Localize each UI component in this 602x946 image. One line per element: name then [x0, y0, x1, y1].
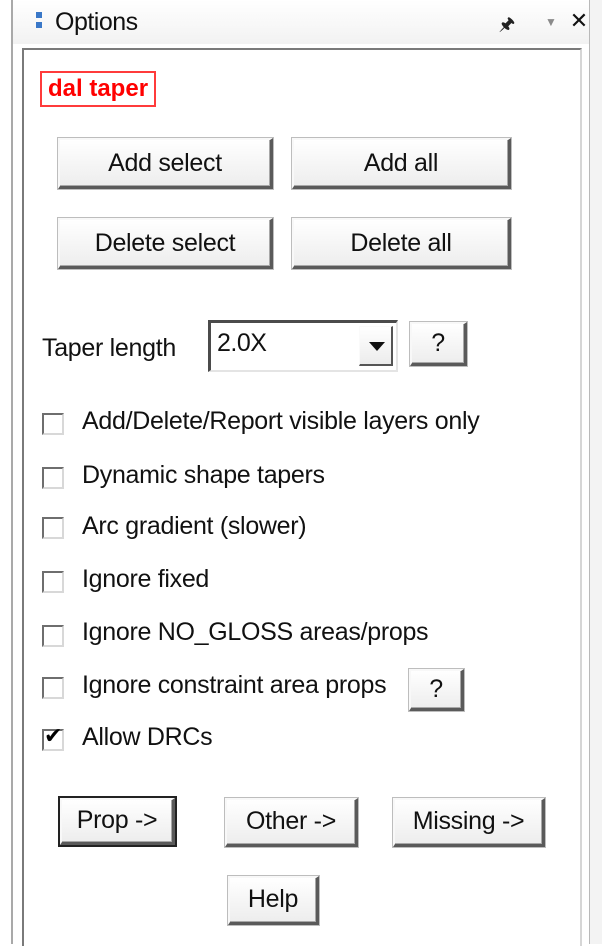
allow-drcs-checkbox[interactable]: ✔	[42, 725, 64, 751]
other-button[interactable]: Other ->	[225, 798, 358, 847]
right-frame-edge	[590, 0, 602, 944]
title-bar[interactable]: Options 🖈︎ ▼ ✕	[13, 0, 589, 44]
check-icon	[44, 567, 62, 589]
ignore-constraint-area-checkbox[interactable]	[42, 677, 64, 699]
missing-button[interactable]: Missing ->	[393, 798, 545, 847]
taper-length-value: 2.0X	[217, 329, 267, 357]
pin-icon[interactable]: 🖈︎	[497, 14, 517, 34]
taper-length-select[interactable]: 2.0X	[208, 320, 398, 372]
visible-layers-only-checkbox[interactable]	[42, 413, 64, 435]
taper-length-label: Taper length	[42, 334, 176, 362]
delete-select-button[interactable]: Delete select	[58, 218, 273, 269]
add-all-button[interactable]: Add all	[292, 138, 511, 189]
check-icon	[44, 621, 62, 643]
window-title: Options	[55, 8, 138, 36]
ignore-fixed-checkbox[interactable]	[42, 571, 64, 593]
check-icon: ✔	[44, 723, 63, 748]
ignore-constraint-area-label[interactable]: Ignore constraint area props	[82, 671, 387, 700]
allow-drcs-label[interactable]: Allow DRCs	[82, 723, 213, 752]
mode-label: dal taper	[40, 71, 157, 107]
grip-icon[interactable]	[36, 12, 42, 30]
arc-gradient-label[interactable]: Arc gradient (slower)	[82, 512, 307, 541]
constraint-help-button[interactable]: ?	[409, 669, 464, 711]
dropdown-arrow-icon[interactable]: ▼	[543, 10, 559, 30]
visible-layers-only-label[interactable]: Add/Delete/Report visible layers only	[82, 407, 480, 436]
ignore-no-gloss-label[interactable]: Ignore NO_GLOSS areas/props	[82, 618, 429, 647]
help-button[interactable]: Help	[228, 876, 319, 925]
close-icon[interactable]: ✕	[568, 9, 590, 33]
arc-gradient-checkbox[interactable]	[42, 517, 64, 539]
dynamic-shape-tapers-checkbox[interactable]	[42, 467, 64, 489]
dynamic-shape-tapers-label[interactable]: Dynamic shape tapers	[82, 461, 325, 490]
ignore-fixed-label[interactable]: Ignore fixed	[82, 565, 209, 594]
taper-length-help-button[interactable]: ?	[410, 322, 467, 366]
check-icon	[44, 673, 62, 695]
check-icon	[44, 463, 62, 485]
ignore-no-gloss-checkbox[interactable]	[42, 625, 64, 647]
check-icon	[44, 513, 62, 535]
delete-all-button[interactable]: Delete all	[292, 218, 511, 269]
chevron-down-icon[interactable]	[359, 326, 393, 366]
prop-button[interactable]: Prop ->	[60, 798, 175, 845]
add-select-button[interactable]: Add select	[58, 138, 273, 189]
check-icon	[44, 409, 62, 431]
left-frame-border	[11, 0, 13, 944]
